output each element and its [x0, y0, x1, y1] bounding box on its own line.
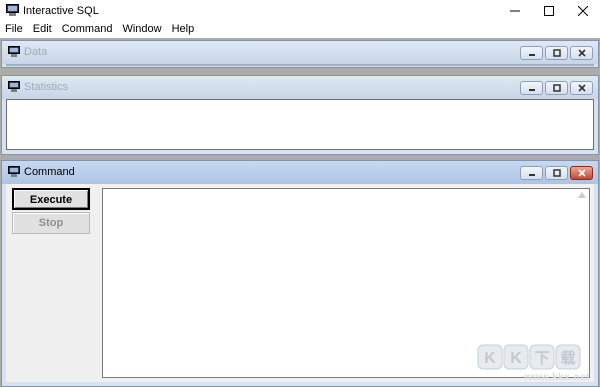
window-caption-buttons — [498, 0, 600, 21]
data-restore-button[interactable] — [545, 46, 568, 60]
statistics-window-caption[interactable]: Statistics — [2, 76, 598, 99]
svg-text:下: 下 — [534, 349, 549, 367]
maximize-button[interactable] — [532, 0, 566, 21]
statistics-minimize-button[interactable] — [520, 81, 543, 95]
statistics-restore-button[interactable] — [545, 81, 568, 95]
title-bar[interactable]: Interactive SQL — [0, 0, 600, 21]
minimize-icon — [528, 54, 535, 56]
window-icon — [8, 46, 20, 57]
menu-edit[interactable]: Edit — [28, 21, 57, 38]
data-minimize-button[interactable] — [520, 46, 543, 60]
svg-text:载: 载 — [560, 349, 575, 367]
restore-icon — [552, 49, 561, 57]
menu-file[interactable]: File — [0, 21, 28, 38]
menu-window[interactable]: Window — [117, 21, 166, 38]
kk-download-logo: K K 下 载 — [477, 344, 581, 370]
command-minimize-button[interactable] — [520, 166, 543, 180]
close-button[interactable] — [566, 0, 600, 21]
data-window-title: Data — [24, 46, 48, 58]
command-restore-button[interactable] — [545, 166, 568, 180]
scroll-up-arrow-icon[interactable] — [578, 192, 586, 198]
command-close-button[interactable] — [570, 166, 593, 180]
watermark-url: www.kkx.net — [524, 372, 590, 383]
minimize-button[interactable] — [498, 0, 532, 21]
statistics-window-title: Statistics — [24, 81, 69, 93]
close-icon — [578, 5, 588, 16]
menu-bar: File Edit Command Window Help — [0, 21, 600, 38]
menu-command[interactable]: Command — [57, 21, 118, 38]
minimize-icon — [528, 174, 535, 176]
maximize-icon — [544, 5, 554, 16]
minimize-icon — [528, 89, 535, 91]
watermark: K K 下 载 www.kkx.net — [474, 341, 592, 383]
window-title: Interactive SQL — [23, 4, 99, 17]
data-grid[interactable] — [6, 64, 594, 66]
svg-text:K: K — [484, 350, 496, 367]
window-icon — [8, 81, 20, 92]
menu-help[interactable]: Help — [167, 21, 200, 38]
statistics-window[interactable]: Statistics — [1, 75, 599, 155]
command-window-title: Command — [24, 166, 75, 178]
minimize-icon — [510, 10, 520, 11]
restore-icon — [552, 169, 561, 177]
close-icon — [577, 169, 586, 177]
statistics-close-button[interactable] — [570, 81, 593, 95]
data-close-button[interactable] — [570, 46, 593, 60]
data-window-caption[interactable]: Data — [2, 41, 598, 64]
svg-text:K: K — [510, 350, 522, 367]
close-icon — [577, 84, 586, 92]
execute-button[interactable]: Execute — [12, 188, 90, 210]
mdi-client-area: Data Statistics Command Execute Stop K K… — [0, 38, 600, 387]
sql-app-icon — [6, 4, 19, 16]
data-window[interactable]: Data — [1, 40, 599, 68]
close-icon — [577, 49, 586, 57]
restore-icon — [552, 84, 561, 92]
command-window-caption[interactable]: Command — [2, 161, 598, 184]
stop-button[interactable]: Stop — [12, 212, 90, 234]
window-icon — [8, 166, 20, 177]
statistics-pane[interactable] — [6, 99, 594, 150]
